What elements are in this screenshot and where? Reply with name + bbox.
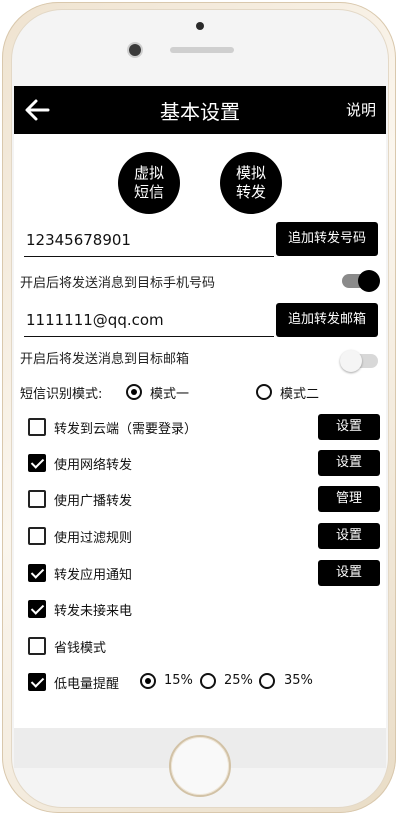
filter-rules-checkbox[interactable] [28,527,46,545]
battery-15-radio[interactable] [140,673,156,689]
battery-35-radio[interactable] [259,673,275,689]
help-button[interactable]: 说明 [346,99,376,120]
app-screen: 基本设置 说明 虚拟 短信 模拟 转发 追加转发号码 开启后将发送消息到目标手机… [14,86,386,728]
virtual-sms-button[interactable]: 虚拟 短信 [118,152,180,214]
simulate-forward-button[interactable]: 模拟 转发 [220,152,282,214]
low-battery-checkbox[interactable] [28,673,46,691]
cloud-settings-button[interactable]: 设置 [318,414,380,440]
toggle-knob [358,270,380,292]
battery-25-label: 25% [224,673,253,688]
cloud-forward-label: 转发到云端（需要登录） [54,422,198,437]
mode-two-radio[interactable] [256,384,272,400]
network-forward-checkbox[interactable] [28,454,46,472]
phone-forward-toggle[interactable] [342,270,380,292]
front-sensor [196,22,204,30]
missed-call-label: 转发未接来电 [54,604,133,619]
sms-mode-label: 短信识别模式: [20,387,103,402]
app-notify-label: 转发应用通知 [54,568,133,583]
add-email-button[interactable]: 追加转发邮箱 [276,303,378,337]
add-phone-button[interactable]: 追加转发号码 [276,222,378,256]
action-row: 虚拟 短信 模拟 转发 [14,152,386,216]
mode-one-radio[interactable] [126,384,142,400]
email-caption: 开启后将发送消息到目标邮箱 [20,352,190,367]
battery-15-label: 15% [164,673,193,688]
save-money-label: 省钱模式 [54,641,107,656]
cloud-forward-checkbox[interactable] [28,418,46,436]
phone-caption: 开启后将发送消息到目标手机号码 [20,276,216,291]
app-notify-checkbox[interactable] [28,564,46,582]
page-title: 基本设置 [160,100,240,124]
filter-rules-label: 使用过滤规则 [54,531,133,546]
battery-35-label: 35% [284,673,313,688]
broadcast-forward-label: 使用广播转发 [54,494,133,509]
phone-number-input[interactable] [24,224,274,257]
missed-call-checkbox[interactable] [28,600,46,618]
app-notify-settings-button[interactable]: 设置 [318,560,380,586]
mode-two-label: 模式二 [280,387,320,402]
battery-25-radio[interactable] [200,673,216,689]
email-forward-toggle[interactable] [340,350,378,372]
home-button[interactable] [169,735,231,797]
app-bar: 基本设置 说明 [14,86,386,134]
broadcast-forward-checkbox[interactable] [28,490,46,508]
filter-settings-button[interactable]: 设置 [318,523,380,549]
email-input[interactable] [24,304,274,337]
mode-one-label: 模式一 [150,387,190,402]
network-forward-label: 使用网络转发 [54,458,133,473]
earpiece-speaker [170,47,234,53]
low-battery-label: 低电量提醒 [54,677,120,692]
save-money-checkbox[interactable] [28,637,46,655]
front-camera [129,44,141,56]
toggle-knob [340,350,362,372]
network-settings-button[interactable]: 设置 [318,450,380,476]
broadcast-manage-button[interactable]: 管理 [318,486,380,512]
